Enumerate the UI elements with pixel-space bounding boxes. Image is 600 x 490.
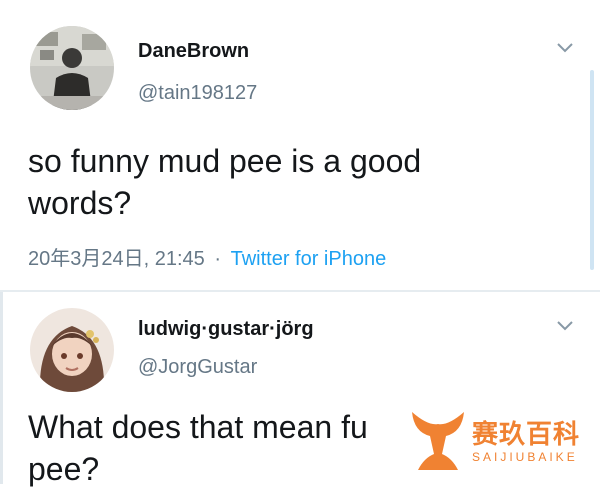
whale-tail-logo-icon bbox=[412, 412, 464, 470]
tweet-meta: 20年3月24日, 21:45 · Twitter for iPhone bbox=[28, 242, 386, 271]
meta-separator: · bbox=[214, 248, 222, 270]
handle[interactable]: @JorgGustar bbox=[138, 356, 257, 379]
tweet-text-line-2: words? bbox=[28, 185, 132, 221]
tweet-text-line-1: so funny mud pee is a good bbox=[28, 143, 422, 179]
anime-avatar-icon bbox=[30, 308, 114, 392]
chevron-down-icon[interactable] bbox=[556, 42, 574, 54]
scrollbar[interactable] bbox=[590, 70, 594, 270]
watermark: 赛玖百科 SAIJIUBAIKE bbox=[406, 404, 588, 476]
display-name[interactable]: ludwig·gustar·jörg bbox=[138, 318, 314, 341]
timestamp[interactable]: 20年3月24日, 21:45 bbox=[28, 248, 205, 270]
watermark-en: SAIJIUBAIKE bbox=[472, 450, 578, 464]
tweet-1[interactable]: DaneBrown @tain198127 so funny mud pee i… bbox=[0, 0, 600, 292]
handle[interactable]: @tain198127 bbox=[138, 82, 257, 105]
chevron-down-icon[interactable] bbox=[556, 320, 574, 332]
avatar[interactable] bbox=[30, 308, 114, 392]
tweet-text: What does that mean fu pee? bbox=[28, 406, 408, 490]
tweet-text: so funny mud pee is a good words? bbox=[28, 140, 588, 224]
tweet-text-line-1: What does that mean fu bbox=[28, 409, 368, 445]
user-photo-avatar-icon bbox=[30, 26, 114, 110]
watermark-cn: 赛玖百科 bbox=[472, 419, 581, 449]
avatar[interactable] bbox=[30, 26, 114, 110]
display-name[interactable]: DaneBrown bbox=[138, 40, 249, 63]
source-link[interactable]: Twitter for iPhone bbox=[231, 248, 387, 270]
thread-line bbox=[0, 292, 3, 484]
